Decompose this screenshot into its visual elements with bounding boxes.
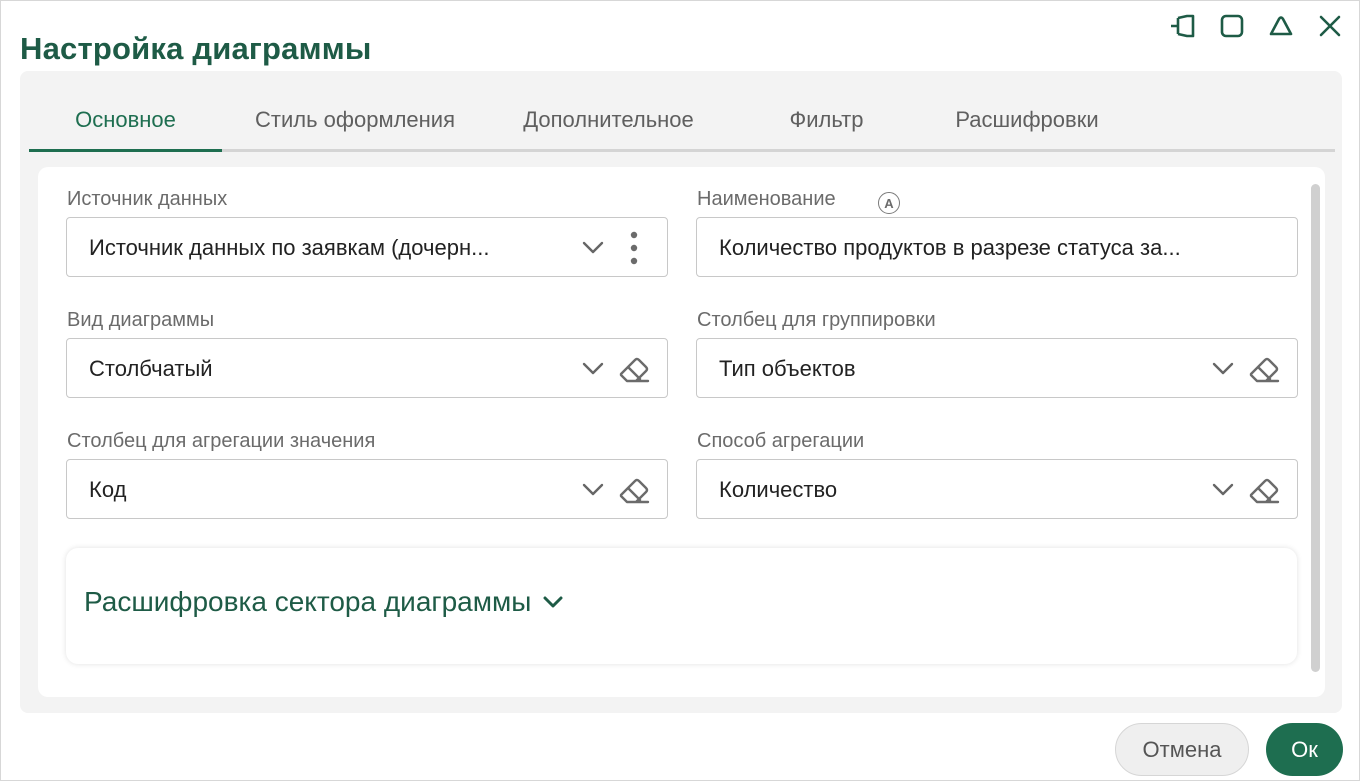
maximize-icon[interactable] — [1215, 11, 1249, 41]
tab-filter[interactable]: Фильтр — [764, 91, 889, 149]
agg-method-select[interactable]: Количество — [696, 459, 1298, 519]
chevron-down-icon[interactable] — [1209, 478, 1237, 502]
tab-drilldowns[interactable]: Расшифровки — [929, 91, 1125, 149]
chevron-down-icon[interactable] — [579, 357, 607, 381]
tab-main[interactable]: Основное — [29, 91, 222, 152]
chevron-down-icon[interactable] — [579, 478, 607, 502]
name-label: Наименование — [697, 188, 836, 210]
group-column-value: Тип объектов — [719, 356, 856, 381]
name-input[interactable]: Количество продуктов в разрезе статуса з… — [696, 217, 1298, 277]
content-scrollbar[interactable] — [1311, 184, 1320, 672]
eraser-icon[interactable] — [616, 351, 652, 387]
chart-type-label: Вид диаграммы — [67, 309, 215, 331]
agg-column-select[interactable]: Код — [66, 459, 668, 519]
auto-name-badge[interactable]: A — [878, 192, 900, 214]
data-source-label: Источник данных — [67, 188, 228, 210]
data-source-select[interactable]: Источник данных по заявкам (дочерн... — [66, 217, 668, 277]
drilldown-section-title: Расшифровка сектора диаграммы — [84, 586, 532, 617]
pin-icon[interactable] — [1166, 11, 1200, 41]
tab-style[interactable]: Стиль оформления — [234, 91, 476, 149]
close-icon[interactable] — [1313, 11, 1347, 41]
dialog-title: Настройка диаграммы — [20, 31, 372, 66]
agg-column-value: Код — [89, 477, 127, 502]
window-controls — [1166, 11, 1347, 41]
ok-button[interactable]: Ок — [1266, 723, 1343, 776]
group-column-label: Столбец для группировки — [697, 309, 936, 331]
name-value: Количество продуктов в разрезе статуса з… — [719, 235, 1181, 260]
drilldown-section: Расшифровка сектора диаграммы — [66, 548, 1297, 664]
tab-bar: Основное Стиль оформления Дополнительное… — [29, 91, 1335, 152]
collapse-icon[interactable] — [1264, 11, 1298, 41]
chart-settings-dialog: Настройка диаграммы Основное Стиль оформ… — [0, 0, 1360, 781]
eraser-icon[interactable] — [616, 472, 652, 508]
more-vertical-icon[interactable] — [622, 230, 646, 266]
chevron-down-icon[interactable] — [1209, 357, 1237, 381]
eraser-icon[interactable] — [1246, 472, 1282, 508]
agg-method-value: Количество — [719, 477, 838, 502]
chevron-down-icon[interactable] — [579, 236, 607, 260]
chevron-down-icon — [543, 596, 563, 608]
data-source-value: Источник данных по заявкам (дочерн... — [89, 235, 490, 260]
eraser-icon[interactable] — [1246, 351, 1282, 387]
agg-column-label: Столбец для агрегации значения — [67, 430, 376, 452]
group-column-select[interactable]: Тип объектов — [696, 338, 1298, 398]
agg-method-label: Способ агрегации — [697, 430, 865, 452]
cancel-button[interactable]: Отмена — [1115, 723, 1249, 776]
tab-additional[interactable]: Дополнительное — [501, 91, 716, 149]
drilldown-section-header[interactable]: Расшифровка сектора диаграммы — [84, 586, 563, 618]
chart-type-value: Столбчатый — [89, 356, 213, 381]
chart-type-select[interactable]: Столбчатый — [66, 338, 668, 398]
